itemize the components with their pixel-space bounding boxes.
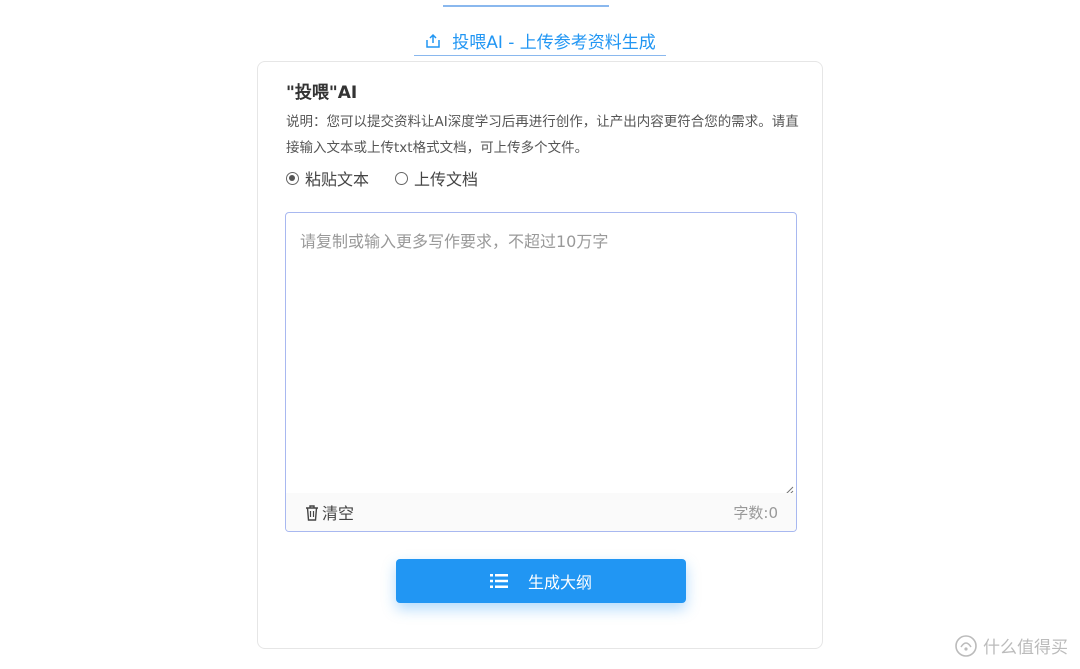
upload-icon — [424, 32, 442, 50]
clear-button[interactable]: 清空 — [304, 500, 354, 524]
watermark-text: 什么值得买 — [983, 638, 1068, 658]
radio-unchecked-icon — [395, 171, 409, 185]
card-description: 说明：您可以提交资料让AI深度学习后再进行创作，让产出内容更符合您的需求。请直接… — [286, 114, 799, 156]
radio-checked-icon — [286, 171, 299, 185]
list-icon — [489, 573, 508, 589]
trash-icon — [304, 504, 320, 521]
top-divider — [443, 5, 609, 7]
requirements-textarea[interactable] — [286, 213, 796, 495]
radio-label: 上传文档 — [414, 170, 479, 189]
editor-footer: 清空 字数:0 — [286, 493, 796, 531]
resize-handle-icon[interactable] — [782, 481, 794, 496]
card-title: "投喂"AI — [286, 83, 358, 103]
radio-label: 粘贴文本 — [305, 170, 370, 189]
input-mode-group: 粘贴文本 上传文档 — [286, 166, 504, 190]
char-count: 字数:0 — [733, 503, 778, 522]
feed-ai-card: "投喂"AI 说明：您可以提交资料让AI深度学习后再进行创作，让产出内容更符合您… — [257, 61, 823, 649]
radio-upload-document[interactable]: 上传文档 — [395, 166, 478, 190]
tab-upload-reference[interactable]: 投喂AI - 上传参考资料生成 — [414, 26, 666, 56]
generate-label: 生成大纲 — [527, 573, 592, 592]
smzdm-logo-icon — [955, 634, 977, 657]
text-editor: 清空 字数:0 — [285, 212, 797, 532]
radio-paste-text[interactable]: 粘贴文本 — [286, 166, 369, 190]
clear-label: 清空 — [322, 504, 355, 523]
tab-label: 投喂AI - 上传参考资料生成 — [452, 33, 656, 53]
watermark: 什么值得买 — [955, 633, 1068, 658]
generate-outline-button[interactable]: 生成大纲 — [396, 559, 686, 603]
